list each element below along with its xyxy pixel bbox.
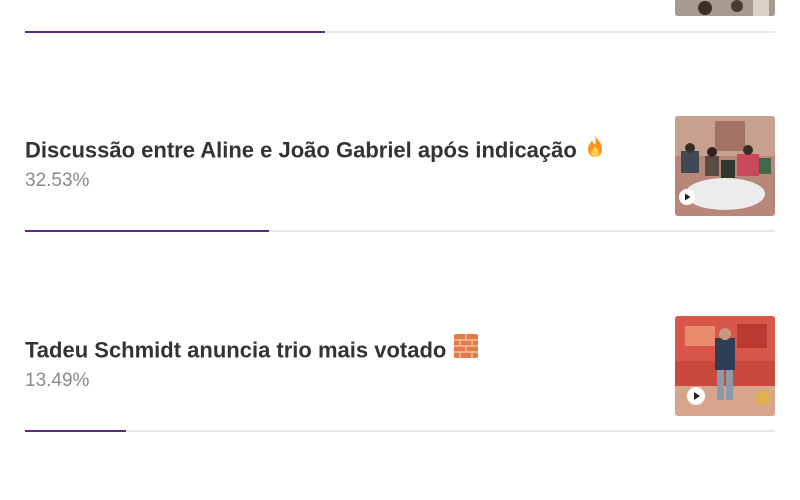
vote-bar-track bbox=[25, 31, 775, 33]
poll-option-percent: 32.53% bbox=[25, 170, 90, 191]
brick-wall-icon bbox=[454, 334, 479, 365]
vote-bar-track bbox=[25, 230, 775, 232]
video-thumbnail[interactable] bbox=[675, 316, 775, 416]
vote-bar-fill bbox=[25, 31, 325, 33]
poll-option-title-row: Tadeu Schmidt anuncia trio mais votado bbox=[25, 334, 665, 367]
play-icon[interactable] bbox=[679, 189, 695, 205]
poll-option-title-row: Discussão entre Aline e João Gabriel apó… bbox=[25, 134, 665, 167]
poll-option-partial[interactable] bbox=[25, 0, 775, 34]
poll-option-text: Discussão entre Aline e João Gabriel apó… bbox=[25, 134, 665, 193]
vote-bar-fill bbox=[25, 430, 126, 432]
video-thumbnail[interactable] bbox=[675, 116, 775, 216]
poll-option-percent: 13.49% bbox=[25, 370, 90, 391]
poll-option-title: Discussão entre Aline e João Gabriel apó… bbox=[25, 137, 577, 163]
poll-results: Discussão entre Aline e João Gabriel apó… bbox=[0, 0, 800, 500]
video-thumbnail[interactable] bbox=[675, 0, 775, 16]
vote-bar-track bbox=[25, 430, 775, 432]
poll-option-title: Tadeu Schmidt anuncia trio mais votado bbox=[25, 337, 447, 363]
vote-bar-fill bbox=[25, 230, 269, 232]
poll-option-text: Tadeu Schmidt anuncia trio mais votado 1… bbox=[25, 334, 665, 393]
poll-option[interactable]: Tadeu Schmidt anuncia trio mais votado 1… bbox=[25, 316, 775, 434]
fire-icon bbox=[585, 134, 605, 165]
poll-option[interactable]: Discussão entre Aline e João Gabriel apó… bbox=[25, 116, 775, 234]
play-icon[interactable] bbox=[687, 387, 705, 405]
